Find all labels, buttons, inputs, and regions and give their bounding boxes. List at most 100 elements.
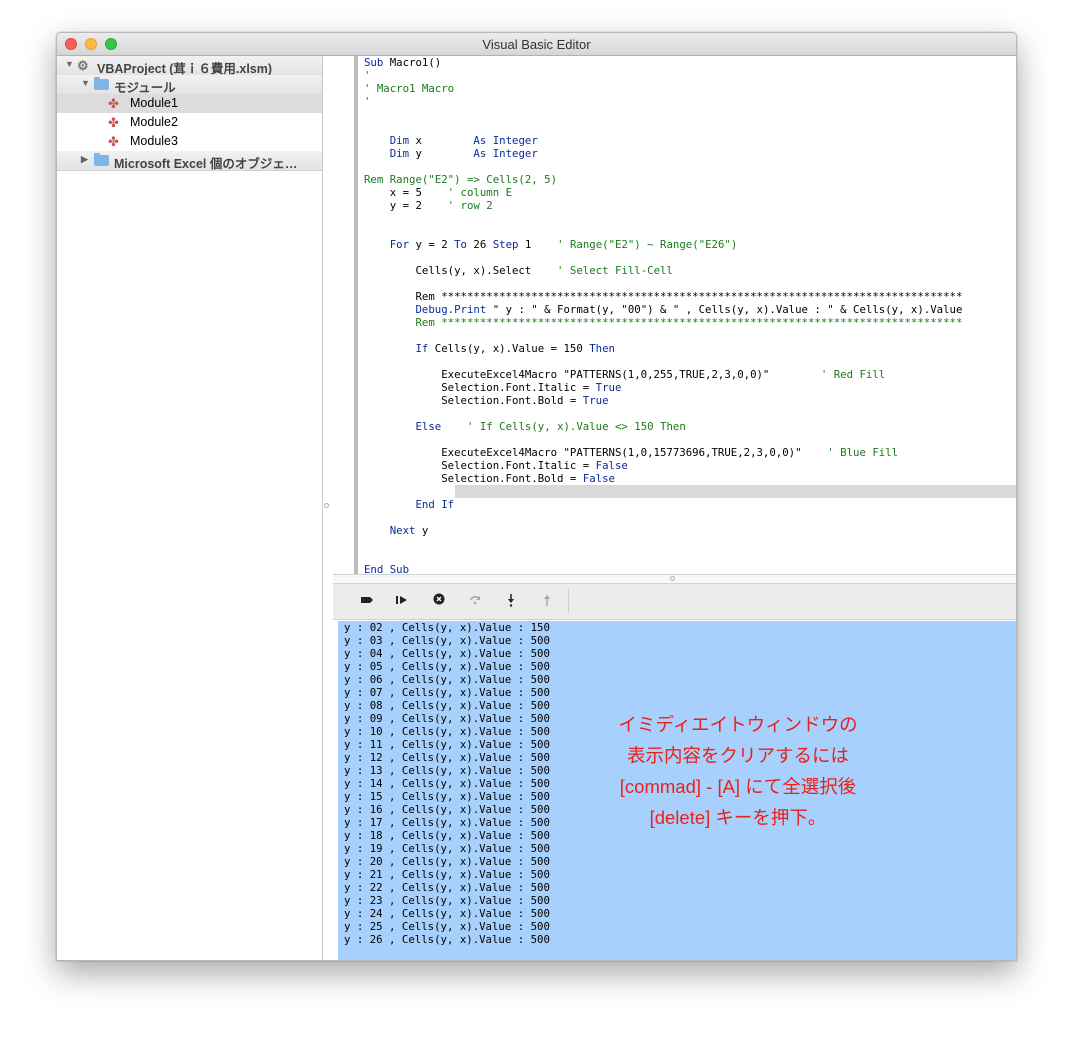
code-token: y = 2 [409,238,455,251]
run-icon[interactable] [393,593,411,609]
code-line[interactable] [364,550,962,563]
folder-icon [94,77,109,90]
immediate-output[interactable]: y : 02 , Cells(y, x).Value : 150 y : 03 ,… [344,621,550,946]
code-line[interactable] [364,355,962,368]
code-line[interactable]: Selection.Font.Bold = False [364,472,962,485]
code-line[interactable]: y = 2 ' row 2 [364,199,962,212]
code-comment: ' Red Fill [820,368,886,381]
code-comment: ' column E [447,186,513,199]
code-line[interactable]: End If [364,498,962,511]
code-line[interactable] [364,407,962,420]
code-line[interactable]: Else ' If Cells(y, x).Value <> 150 Then [364,420,962,433]
code-token: Macro1() [383,56,442,69]
disclosure-triangle-down-icon[interactable]: ▼ [81,78,90,88]
code-line[interactable]: ' Macro1 Macro [364,82,962,95]
code-text[interactable]: Sub Macro1() ' ' Macro1 Macro ' Dim x As In… [364,56,962,574]
immediate-line: y : 02 , Cells(y, x).Value : 150 [344,621,550,634]
tree-module-row[interactable]: ✤ Module2 [57,113,322,132]
code-line[interactable]: Rem ************************************… [364,316,962,329]
vertical-splitter-handle[interactable] [324,503,329,508]
immediate-line: y : 13 , Cells(y, x).Value : 500 [344,764,550,777]
code-line[interactable] [364,537,962,550]
code-line[interactable]: Selection.Font.Italic = True [364,381,962,394]
code-line[interactable]: Rem ************************************… [364,290,962,303]
immediate-line: y : 18 , Cells(y, x).Value : 500 [344,829,550,842]
code-line[interactable] [364,511,962,524]
code-token: Cells(y, x).Select [364,264,558,277]
folder-icon [94,153,109,166]
module-icon: ✤ [108,96,119,111]
code-line[interactable]: Cells(y, x).Select ' Select Fill-Cell [364,264,962,277]
disclosure-triangle-right-icon[interactable]: ▶ [81,154,88,165]
code-token: 1 [518,238,558,251]
code-line[interactable]: Dim x As Integer [364,134,962,147]
code-comment: ' row 2 [447,199,493,212]
step-into-icon[interactable] [502,593,520,609]
code-token: x = 5 [364,186,448,199]
step-out-icon[interactable] [538,593,556,609]
code-line[interactable]: Next y [364,524,962,537]
stop-icon[interactable] [430,593,448,609]
code-line[interactable] [364,108,962,121]
code-comment: ' [364,69,371,82]
code-line[interactable] [364,121,962,134]
code-line[interactable]: End Sub [364,563,962,574]
window-title: Visual Basic Editor [482,37,591,52]
code-line[interactable]: Selection.Font.Italic = False [364,459,962,472]
code-line[interactable] [364,485,962,498]
debug-toolbar [333,584,1016,620]
code-line[interactable]: For y = 2 To 26 Step 1 ' Range("E2") ~ R… [364,238,962,251]
code-line[interactable] [364,225,962,238]
immediate-line: y : 08 , Cells(y, x).Value : 500 [344,699,550,712]
horizontal-splitter-handle[interactable] [670,576,675,581]
title-bar: Visual Basic Editor [57,33,1016,56]
immediate-line: y : 12 , Cells(y, x).Value : 500 [344,751,550,764]
code-line[interactable] [364,433,962,446]
module-label: Module2 [130,115,178,129]
tree-modules-folder-row[interactable]: ▼ モジュール [57,75,322,95]
tree-module-row[interactable]: ✤ Module3 [57,132,322,151]
code-line[interactable]: ' [364,69,962,82]
disclosure-triangle-down-icon[interactable]: ▼ [65,59,74,69]
code-token: Selection.Font.Bold = [364,394,583,407]
immediate-line: y : 11 , Cells(y, x).Value : 500 [344,738,550,751]
toolbar-separator [568,589,569,613]
tree-project-row[interactable]: ▼ ⚙ VBAProject (茸ｉ６費用.xlsm) [57,56,322,76]
immediate-window[interactable]: y : 02 , Cells(y, x).Value : 150 y : 03 ,… [338,621,1016,960]
code-line[interactable] [364,277,962,290]
code-comment: ' Range("E2") ~ Range("E26") [557,238,738,251]
code-keyword: As Integer [473,147,538,160]
code-line[interactable]: ExecuteExcel4Macro "PATTERNS(1,0,1577369… [364,446,962,459]
horizontal-splitter[interactable] [333,574,1016,584]
code-keyword: End Sub [364,563,410,574]
code-line[interactable]: If Cells(y, x).Value = 150 Then [364,342,962,355]
code-keyword: Dim [389,134,410,147]
code-token: Selection.Font.Italic = [364,381,596,394]
code-token: y [415,524,429,537]
code-line[interactable]: Dim y As Integer [364,147,962,160]
code-keyword: Sub [364,56,384,69]
breakpoint-icon[interactable] [358,593,376,609]
code-line[interactable] [364,160,962,173]
code-line[interactable]: Debug.Print " y : " & Format(y, "00") & … [364,303,962,316]
code-line[interactable] [364,212,962,225]
code-token: Rem ************************************… [364,290,963,303]
tree-excel-objects-row[interactable]: ▶ Microsoft Excel 個のオブジェ… [57,151,322,171]
module-icon: ✤ [108,134,119,149]
code-line[interactable]: x = 5 ' column E [364,186,962,199]
immediate-line: y : 20 , Cells(y, x).Value : 500 [344,855,550,868]
tree-module-row[interactable]: ✤ Module1 [57,94,322,113]
annotation-line: イミディエイトウィンドウの [618,714,858,735]
code-line[interactable]: Sub Macro1() [364,56,962,69]
code-line[interactable] [364,329,962,342]
code-token: Selection.Font.Italic = [364,459,596,472]
code-line[interactable]: Selection.Font.Bold = True [364,394,962,407]
code-line[interactable]: ExecuteExcel4Macro "PATTERNS(1,0,255,TRU… [364,368,962,381]
step-over-icon[interactable] [466,593,484,609]
code-line[interactable]: Rem Range("E2") => Cells(2, 5) [364,173,962,186]
code-editor[interactable]: Sub Macro1() ' ' Macro1 Macro ' Dim x As In… [333,56,1016,574]
code-token: x [409,134,474,147]
code-line[interactable] [364,251,962,264]
code-line[interactable]: ' [364,95,962,108]
